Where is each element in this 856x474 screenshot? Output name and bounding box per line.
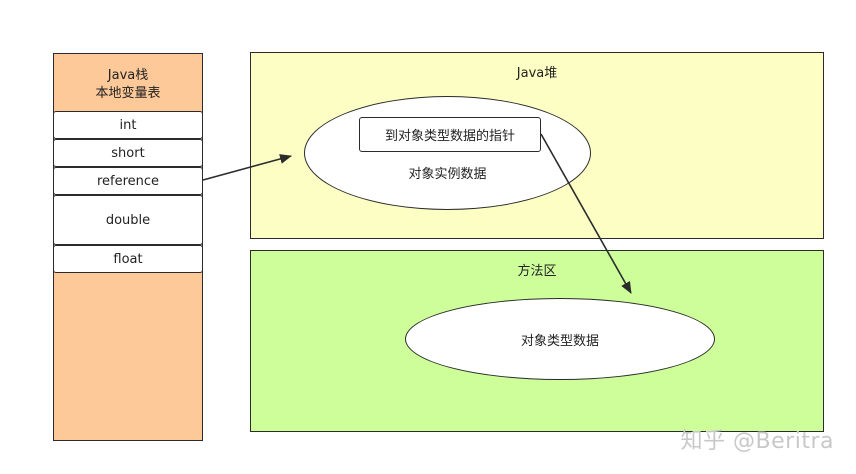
watermark-text: 知乎 @Beritra	[680, 429, 834, 454]
reference-arrow	[202, 154, 292, 181]
type-pointer-arrow	[540, 133, 632, 294]
arrows-layer	[202, 133, 632, 294]
